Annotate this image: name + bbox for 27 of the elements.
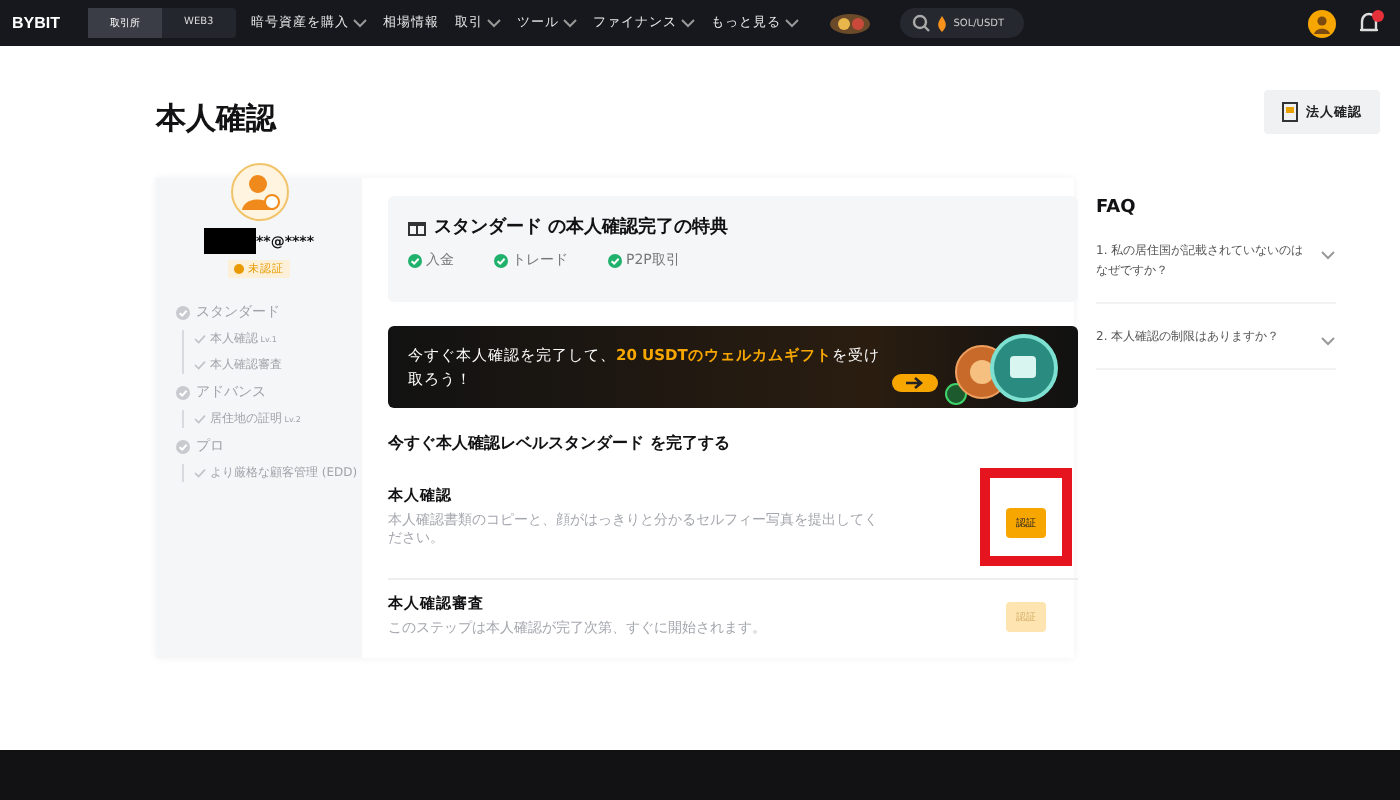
check-circle-icon <box>176 439 190 453</box>
check-icon <box>194 468 206 478</box>
check-circle-icon <box>494 253 508 267</box>
arrow-button[interactable] <box>892 374 938 392</box>
avatar-icon <box>1308 9 1336 37</box>
flame-icon <box>935 15 948 31</box>
promo-icon <box>827 11 872 35</box>
redaction-block <box>204 228 257 254</box>
chevron-down-icon <box>1320 334 1336 348</box>
check-circle-icon <box>408 253 422 267</box>
check-circle-icon <box>608 253 622 267</box>
benefits-title: スタンダード の本人確認完了の特典 <box>434 214 729 240</box>
faq-title: FAQ <box>1096 198 1138 218</box>
gift-icon <box>408 218 426 236</box>
arrow-icon <box>906 376 924 390</box>
check-icon <box>194 414 206 424</box>
check-icon <box>194 360 206 370</box>
status-dot-icon <box>234 264 244 274</box>
chevron-down-icon <box>1320 248 1336 262</box>
id-card-icon <box>1282 102 1298 122</box>
page-title: 本人確認 <box>156 99 276 137</box>
logo[interactable]: BYBIT <box>12 14 60 32</box>
check-circle-icon <box>176 385 190 399</box>
search-icon <box>911 14 930 32</box>
section-heading: 今すぐ本人確認レベルスタンダード を完了する <box>388 432 732 454</box>
check-circle-icon <box>176 305 190 319</box>
check-icon <box>194 334 206 344</box>
